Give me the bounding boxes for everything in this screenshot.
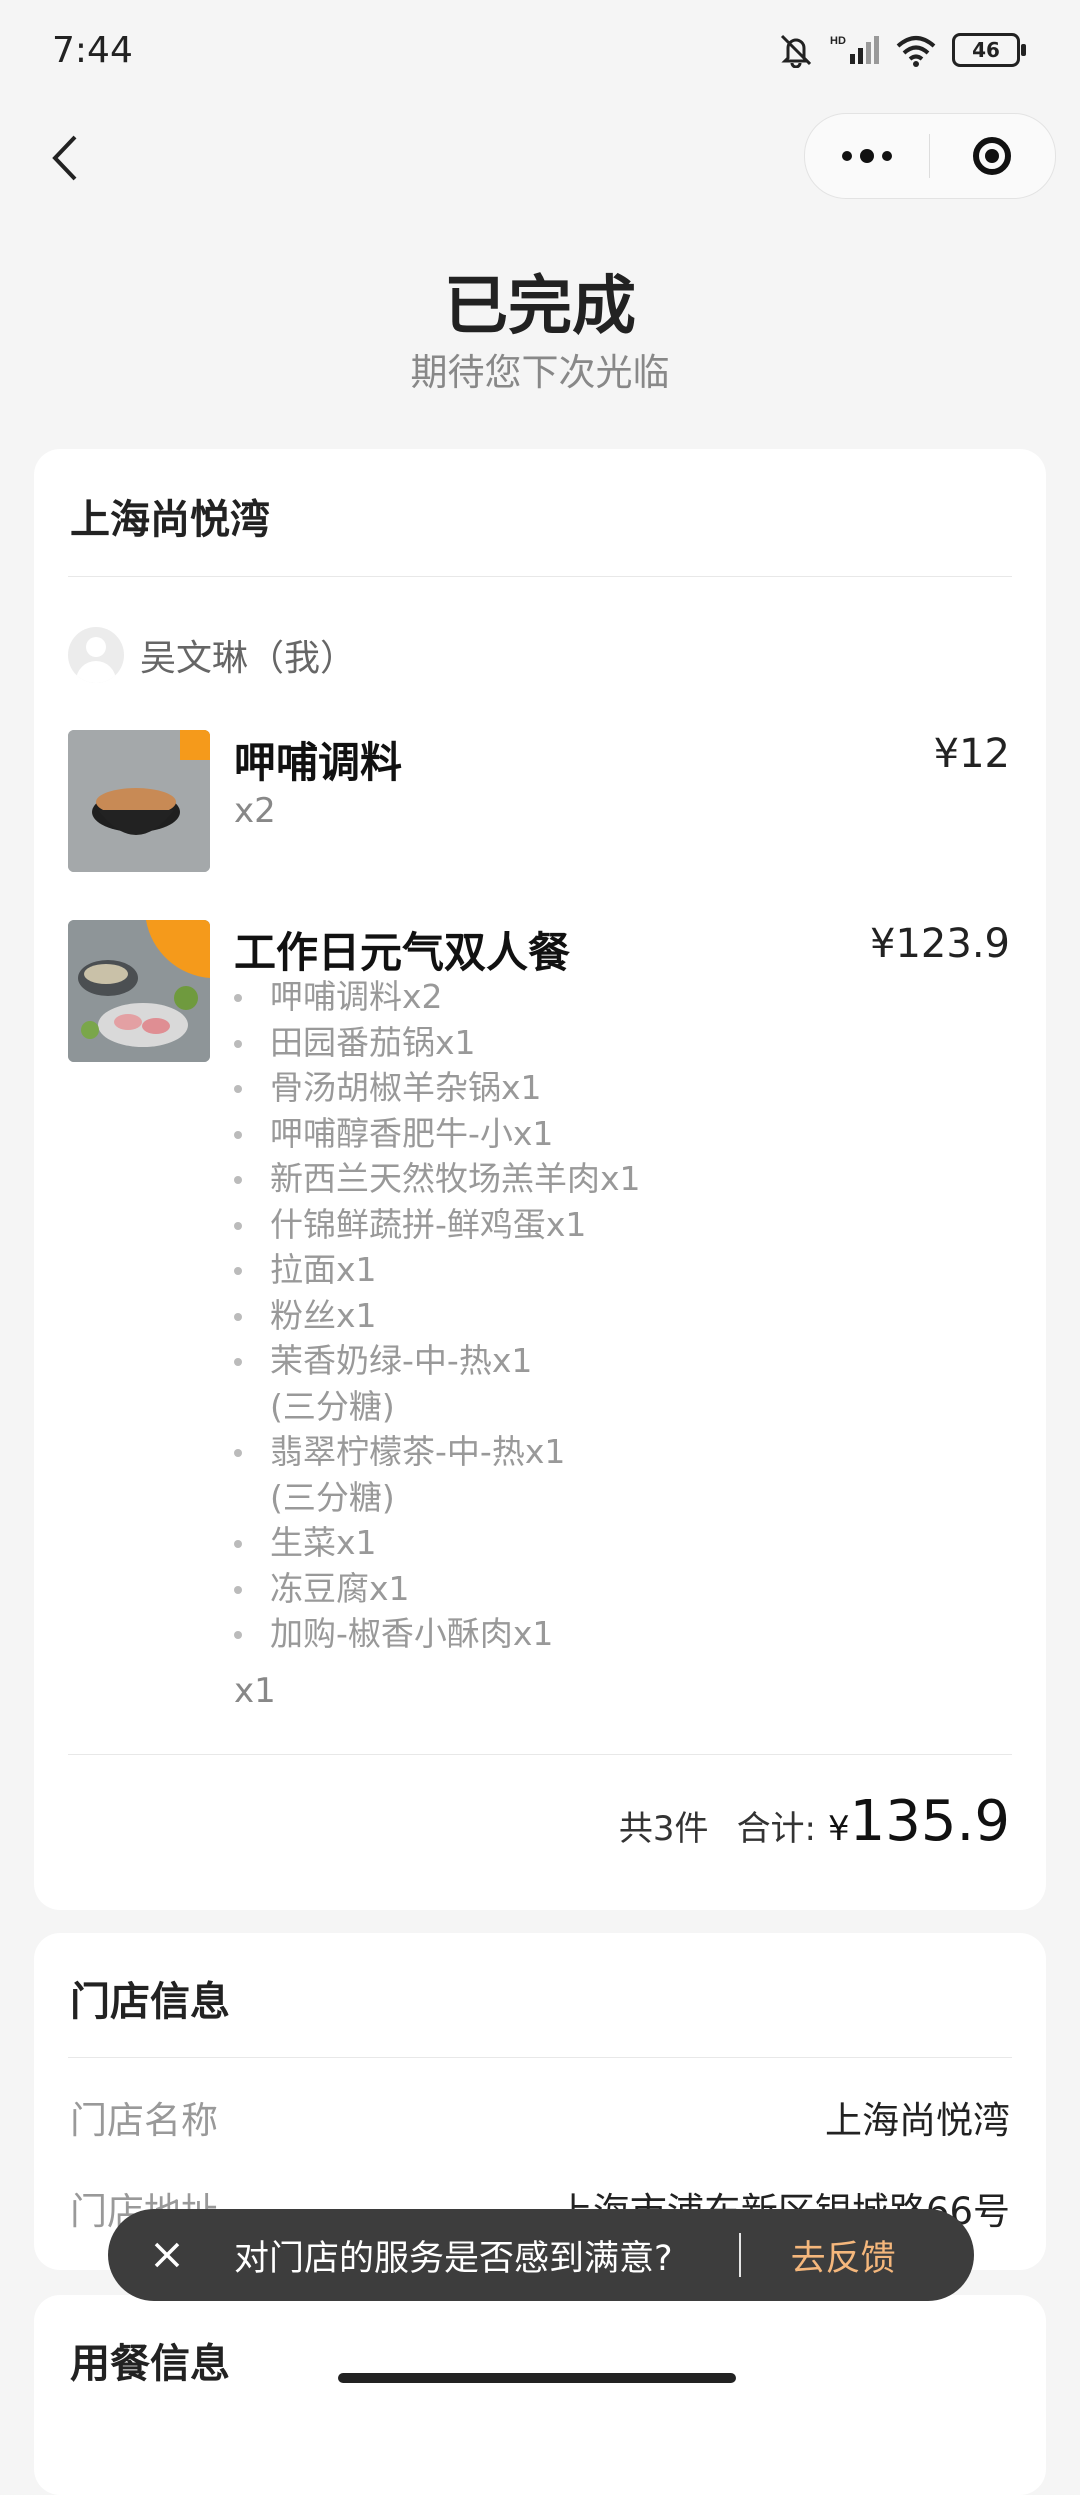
- item-count: 共3件: [618, 1809, 709, 1849]
- close-mini-program-button[interactable]: [930, 114, 1054, 198]
- sauce-bowl-image: [68, 730, 210, 872]
- dining-info-card: 用餐信息: [34, 2295, 1046, 2495]
- order-total-row: 共3件 合计: ¥ 135.9: [619, 1789, 1010, 1854]
- set-meal-sub-item: 田园番茄锅x1: [234, 1020, 641, 1066]
- set-meal-sub-item: 翡翠柠檬茶-中-热x1: [234, 1429, 641, 1475]
- status-bar: 7:44 HD 46: [0, 0, 1080, 110]
- hotpot-set-image: [68, 920, 210, 1062]
- back-button[interactable]: [36, 128, 96, 188]
- total-amount: 135.9: [849, 1789, 1010, 1854]
- set-meal-sub-item: 骨汤胡椒羊杂锅x1: [234, 1065, 641, 1111]
- battery-icon: 46: [952, 33, 1026, 67]
- total-label: 合计:: [736, 1809, 817, 1849]
- item-qty: x2: [234, 791, 276, 831]
- store-name-title: 上海尚悦湾: [70, 497, 270, 543]
- toast-divider: [738, 2233, 741, 2277]
- set-meal-sub-item: 生菜x1: [234, 1520, 641, 1566]
- item-name: 呷哺调料: [234, 738, 403, 787]
- set-meal-contents-list: 呷哺调料x2 田园番茄锅x1 骨汤胡椒羊杂锅x1 呷哺醇香肥牛-小x1 新西兰天…: [234, 974, 641, 1657]
- store-name-row: 门店名称 上海尚悦湾: [70, 2090, 1010, 2144]
- set-meal-sub-item-note: (三分糖): [270, 1477, 395, 1517]
- divider: [68, 1754, 1012, 1755]
- set-meal-sub-item: 呷哺醇香肥牛-小x1: [234, 1111, 641, 1157]
- feedback-toast: 对门店的服务是否感到满意? 去反馈: [108, 2209, 974, 2301]
- toast-message: 对门店的服务是否感到满意?: [234, 2238, 673, 2279]
- set-meal-sub-item: 新西兰天然牧场羔羊肉x1: [234, 1156, 641, 1202]
- divider: [68, 576, 1012, 577]
- set-meal-sub-item: 拉面x1: [234, 1247, 641, 1293]
- total-currency: ¥: [828, 1809, 850, 1849]
- user-row: 吴文琳（我）: [68, 627, 356, 683]
- target-icon: [973, 137, 1011, 175]
- item-price: ¥123.9: [870, 921, 1010, 967]
- svg-text:HD: HD: [830, 35, 846, 47]
- mute-icon: [780, 34, 812, 68]
- set-meal-sub-item: 粉丝x1: [234, 1293, 641, 1339]
- mini-program-capsule: [804, 113, 1056, 199]
- store-info-title: 门店信息: [70, 1979, 230, 2025]
- item-thumbnail-sauce[interactable]: [68, 730, 210, 872]
- more-button[interactable]: [805, 114, 929, 198]
- store-name-value: 上海尚悦湾: [825, 2099, 1010, 2142]
- set-meal-sub-item: 什锦鲜蔬拼-鲜鸡蛋x1: [234, 1202, 641, 1248]
- item-name: 工作日元气双人餐: [234, 928, 571, 977]
- status-time: 7:44: [52, 30, 133, 71]
- home-indicator[interactable]: [338, 2373, 736, 2383]
- feedback-link[interactable]: 去反馈: [791, 2230, 896, 2281]
- back-arrow-icon: [52, 135, 77, 181]
- order-status-title: 已完成: [444, 270, 636, 344]
- toast-close-button[interactable]: [142, 2230, 192, 2280]
- store-name-label: 门店名称: [70, 2099, 218, 2142]
- item-price: ¥12: [933, 731, 1010, 777]
- set-meal-sub-item: 加购-椒香小酥肉x1: [234, 1611, 641, 1657]
- item-thumbnail-set-meal[interactable]: [68, 920, 210, 1062]
- divider: [68, 2057, 1012, 2058]
- set-meal-sub-item: 呷哺调料x2: [234, 974, 641, 1020]
- user-name: 吴文琳（我）: [140, 638, 357, 679]
- set-meal-sub-item: 冻豆腐x1: [234, 1566, 641, 1612]
- status-icons: HD 46: [776, 32, 1026, 68]
- signal-icon: HD: [830, 35, 879, 64]
- set-meal-sub-item-note: (三分糖): [270, 1386, 395, 1426]
- item-qty: x1: [234, 1671, 276, 1711]
- wifi-icon: [896, 36, 936, 67]
- more-icon: [842, 149, 892, 163]
- dining-info-title: 用餐信息: [70, 2341, 230, 2387]
- order-card: 上海尚悦湾 吴文琳（我） 呷哺调料 ¥12 x2 工作日元气双人餐 ¥123.9…: [34, 449, 1046, 1910]
- set-meal-sub-item: 茉香奶绿-中-热x1: [234, 1338, 641, 1384]
- order-status-subtitle: 期待您下次光临: [410, 351, 670, 394]
- avatar: [68, 627, 124, 683]
- close-icon: [154, 2242, 180, 2268]
